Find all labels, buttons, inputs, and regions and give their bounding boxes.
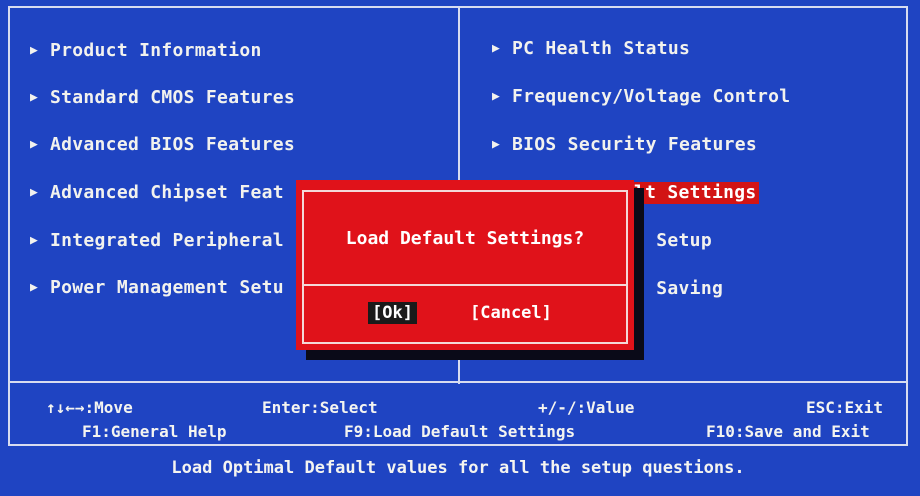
arrow-right-icon: ▶ [30,90,39,105]
menu-item-label: t Setup [634,230,712,251]
hint-help: F1:General Help [82,422,227,441]
hint-exit: ESC:Exit [806,398,884,417]
menu-item-integrated-peripherals[interactable]: ▶ Integrated Peripheral [30,230,284,252]
arrow-right-icon: ▶ [30,43,39,58]
menu-item-power-management[interactable]: ▶ Power Management Setu [30,277,284,299]
menu-item-load-defaults[interactable]: lt Settings [632,182,759,204]
arrow-right-icon: ▶ [492,41,501,56]
menu-item-frequency-voltage[interactable]: ▶ Frequency/Voltage Control [492,86,790,108]
hint-value: +/-/:Value [538,398,635,417]
status-message: Load Optimal Default values for all the … [171,458,745,478]
menu-item-label: Standard CMOS Features [50,87,296,108]
menu-item-label: Product Information [50,40,262,61]
menu-item-product-information[interactable]: ▶ Product Information [30,40,262,62]
dialog-separator [302,284,628,286]
arrow-right-icon: ▶ [492,89,501,104]
menu-item-advanced-bios[interactable]: ▶ Advanced BIOS Features [30,134,295,156]
hint-load-defaults: F9:Load Default Settings [344,422,576,441]
menu-item-exit-without-saving[interactable]: t Saving [634,278,723,300]
menu-item-advanced-chipset[interactable]: ▶ Advanced Chipset Feat [30,182,284,204]
menu-item-standard-cmos[interactable]: ▶ Standard CMOS Features [30,87,295,109]
menu-item-label: Advanced BIOS Features [50,134,296,155]
load-defaults-dialog: Load Default Settings? [Ok] [Cancel] [296,180,634,350]
menu-item-label: PC Health Status [512,38,691,59]
menu-item-pc-health[interactable]: ▶ PC Health Status [492,38,690,60]
bios-screen: ▶ Product Information ▶ Standard CMOS Feat… [0,0,920,496]
menu-item-label: Power Management Setu [50,277,284,298]
hint-move: ↑↓←→:Move [46,398,133,417]
dialog-frame [302,190,628,344]
menu-item-label: t Saving [634,278,724,299]
dialog-question: Load Default Settings? [345,228,585,249]
cancel-button[interactable]: [Cancel] [468,302,554,324]
arrow-right-icon: ▶ [492,137,501,152]
arrow-right-icon: ▶ [30,280,39,295]
footer-divider [8,381,908,383]
menu-item-label: Integrated Peripheral [50,230,284,251]
menu-item-label: Frequency/Voltage Control [512,86,791,107]
menu-item-label: BIOS Security Features [512,134,758,155]
hint-select: Enter:Select [262,398,378,417]
hint-save-exit: F10:Save and Exit [706,422,870,441]
menu-item-label: Advanced Chipset Feat [50,182,284,203]
menu-item-label: lt Settings [634,182,757,203]
menu-item-set-password[interactable]: t Setup [634,230,712,252]
menu-item-bios-security[interactable]: ▶ BIOS Security Features [492,134,757,156]
arrow-right-icon: ▶ [30,233,39,248]
status-divider [8,444,908,446]
arrow-right-icon: ▶ [30,185,39,200]
arrow-right-icon: ▶ [30,137,39,152]
ok-button[interactable]: [Ok] [368,302,417,324]
